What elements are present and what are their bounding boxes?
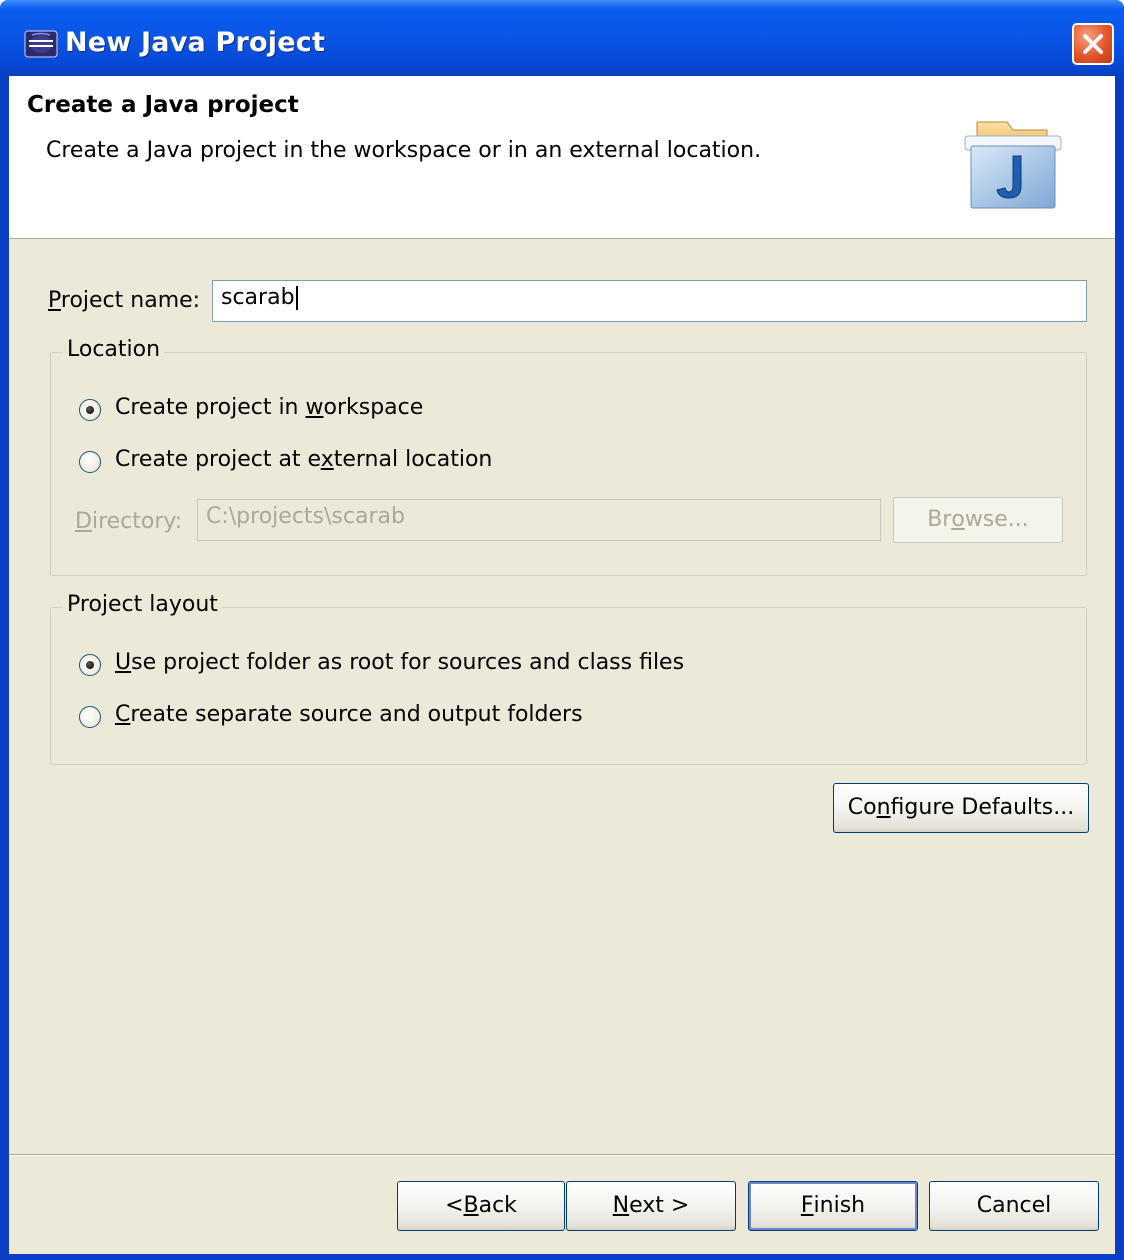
project-name-label: Project name: bbox=[48, 288, 201, 313]
radio-label: Create project in workspace bbox=[115, 395, 424, 420]
radio-create-separate-folders[interactable]: Create separate source and output folder… bbox=[79, 702, 779, 734]
radio-label: Use project folder as root for sources a… bbox=[115, 650, 685, 675]
location-group-label: Location bbox=[63, 337, 165, 362]
project-name-input[interactable]: scarab bbox=[212, 280, 1087, 322]
finish-button[interactable]: Finish bbox=[748, 1181, 918, 1231]
radio-use-project-folder-as-root[interactable]: Use project folder as root for sources a… bbox=[79, 650, 779, 682]
directory-label: Directory: bbox=[75, 509, 183, 534]
wizard-page-description: Create a Java project in the workspace o… bbox=[46, 138, 762, 163]
radio-label: Create project at external location bbox=[115, 447, 493, 472]
project-layout-group-label: Project layout bbox=[63, 592, 222, 617]
configure-defaults-button[interactable]: Configure Defaults... bbox=[833, 783, 1089, 833]
radio-button-unchecked[interactable] bbox=[79, 451, 101, 473]
directory-input[interactable]: C:\projects\scarab bbox=[197, 499, 881, 541]
text-caret bbox=[295, 286, 298, 310]
wizard-header: Create a Java project Create a Java proj… bbox=[9, 76, 1115, 239]
back-button[interactable]: < Back bbox=[397, 1181, 565, 1231]
dialog-client-area: Create a Java project Create a Java proj… bbox=[9, 76, 1115, 1254]
location-group: Location Create project in workspace Cre… bbox=[50, 337, 1087, 576]
close-button[interactable] bbox=[1072, 23, 1114, 65]
wizard-page-title: Create a Java project bbox=[27, 92, 299, 118]
next-button[interactable]: Next > bbox=[566, 1181, 736, 1231]
radio-button-checked[interactable] bbox=[79, 654, 101, 676]
eclipse-icon bbox=[24, 30, 58, 58]
project-layout-group: Project layout Use project folder as roo… bbox=[50, 592, 1087, 765]
title-bar[interactable]: New Java Project bbox=[0, 0, 1124, 76]
radio-create-at-external-location[interactable]: Create project at external location bbox=[79, 447, 579, 479]
footer-separator bbox=[9, 1154, 1115, 1156]
browse-button[interactable]: Browse... bbox=[893, 497, 1063, 543]
dialog-window: New Java Project Create a Java project C… bbox=[0, 0, 1124, 1260]
close-icon bbox=[1083, 34, 1103, 54]
window-title: New Java Project bbox=[65, 27, 326, 58]
radio-create-in-workspace[interactable]: Create project in workspace bbox=[79, 395, 579, 427]
java-project-folder-icon bbox=[964, 121, 1062, 209]
cancel-button[interactable]: Cancel bbox=[929, 1181, 1099, 1231]
radio-label: Create separate source and output folder… bbox=[115, 702, 583, 727]
radio-button-checked[interactable] bbox=[79, 399, 101, 421]
radio-button-unchecked[interactable] bbox=[79, 706, 101, 728]
